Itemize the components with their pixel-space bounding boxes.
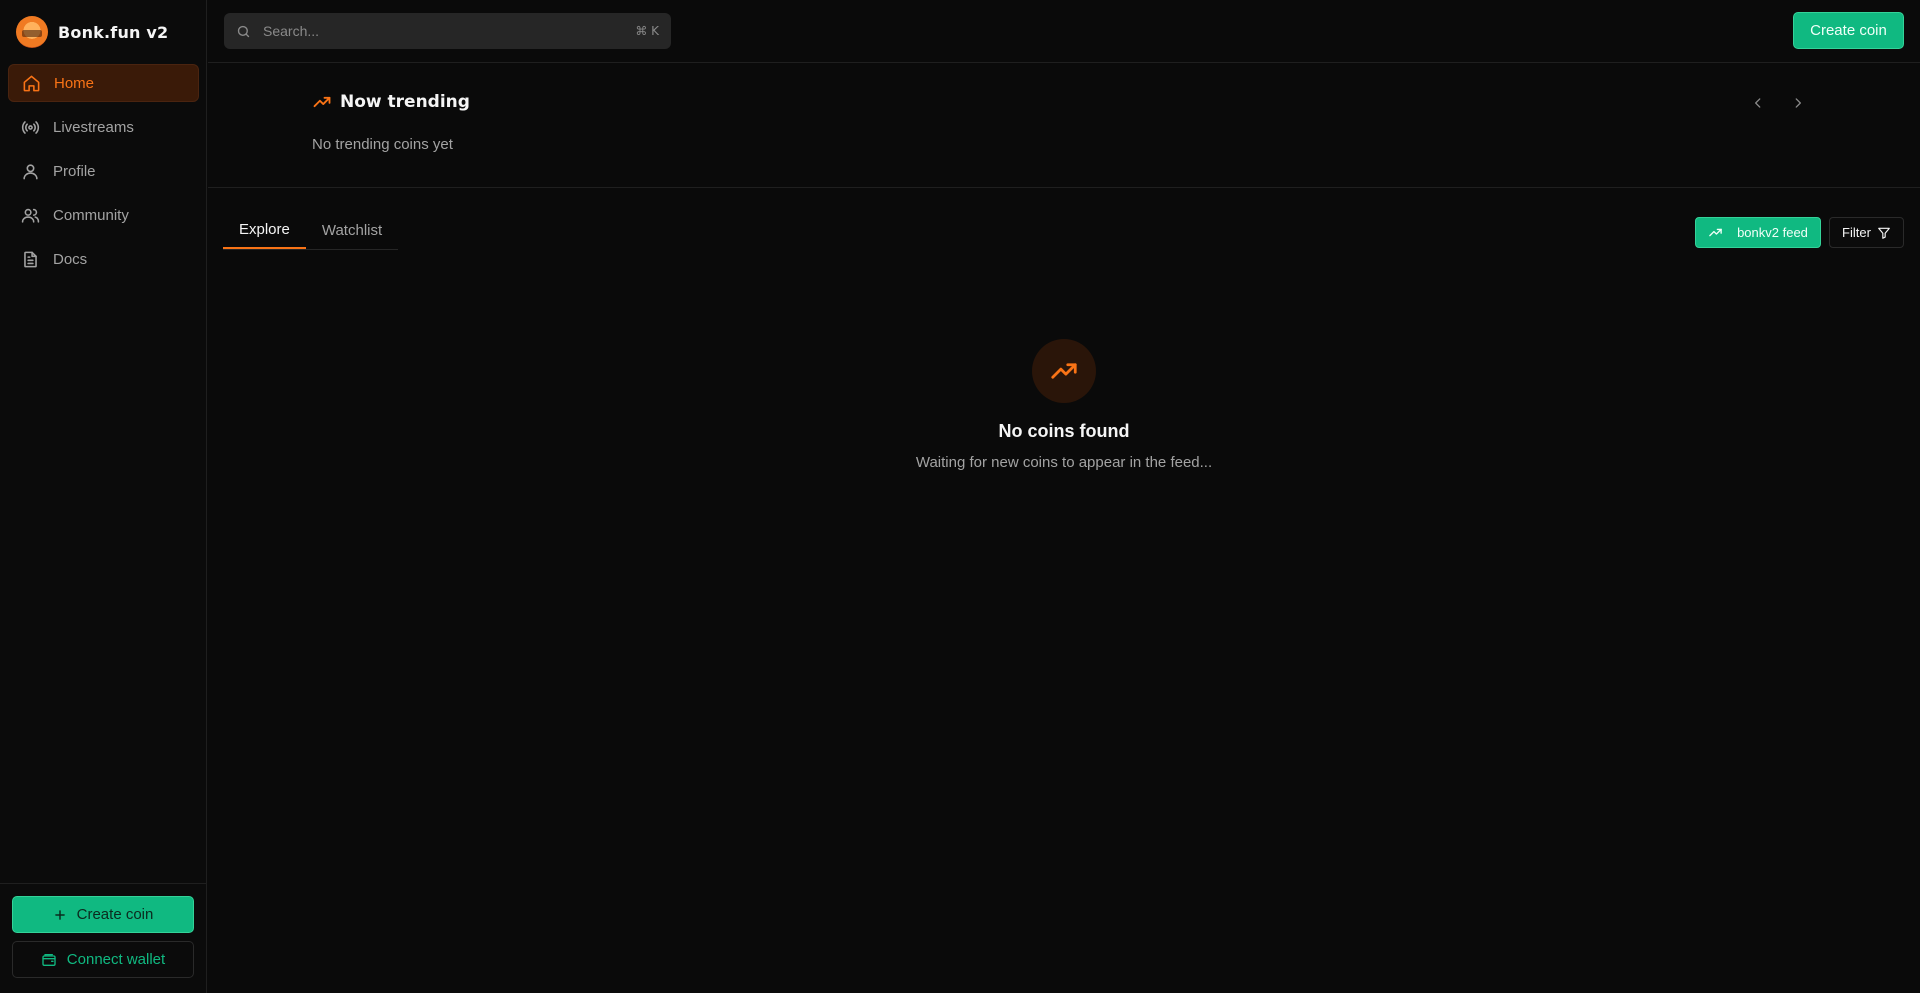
sidebar-item-label: Home — [54, 74, 95, 92]
filter-label: Filter — [1842, 225, 1871, 240]
brand-name: Bonk.fun v2 — [58, 22, 169, 42]
brand[interactable]: Bonk.fun v2 — [16, 16, 168, 48]
search-icon — [236, 24, 251, 39]
sidebar-item-label: Livestreams — [53, 118, 134, 136]
sidebar-footer: Create coin Connect wallet — [0, 883, 206, 993]
empty-state: No coins found Waiting for new coins to … — [208, 339, 1920, 471]
document-icon — [21, 250, 40, 269]
sidebar-nav: Home Livestreams Profile Community Docs — [8, 64, 199, 284]
create-coin-label: Create coin — [76, 906, 154, 923]
trending-up-icon — [1708, 225, 1723, 240]
trending-title: Now trending — [340, 92, 470, 112]
empty-state-icon — [1032, 339, 1096, 403]
trending-next-button[interactable] — [1786, 91, 1810, 115]
bonkv2-feed-button[interactable]: bonkv2 feed — [1695, 217, 1821, 248]
sidebar-item-community[interactable]: Community — [8, 196, 199, 234]
sidebar-item-label: Profile — [53, 162, 96, 180]
trending-section: Now trending No trending coins yet — [208, 63, 1920, 188]
connect-wallet-button[interactable]: Connect wallet — [12, 941, 194, 978]
funnel-icon — [1877, 226, 1891, 240]
sidebar-item-label: Docs — [53, 250, 88, 268]
trending-up-icon — [1049, 356, 1079, 386]
home-icon — [22, 74, 41, 93]
empty-state-title: No coins found — [998, 421, 1130, 441]
empty-state-subtitle: Waiting for new coins to appear in the f… — [915, 454, 1213, 471]
user-icon — [21, 162, 40, 181]
chevron-right-icon — [1791, 96, 1805, 110]
chevron-left-icon — [1751, 96, 1765, 110]
plus-icon — [53, 908, 67, 922]
tab-explore[interactable]: Explore — [223, 212, 306, 249]
sidebar-item-home[interactable]: Home — [8, 64, 199, 102]
sidebar-item-label: Community — [53, 206, 129, 224]
sidebar-item-profile[interactable]: Profile — [8, 152, 199, 190]
connect-wallet-label: Connect wallet — [66, 951, 166, 968]
users-icon — [21, 206, 40, 225]
top-bar: ⌘ K Create coin — [208, 0, 1920, 63]
search-shortcut: ⌘ K — [635, 24, 659, 38]
sidebar: Bonk.fun v2 Home Livestreams Profile Com… — [0, 0, 207, 993]
search-input[interactable] — [261, 22, 626, 40]
trending-empty-text: No trending coins yet — [312, 136, 453, 153]
search-box[interactable]: ⌘ K — [224, 13, 671, 49]
broadcast-icon — [21, 118, 40, 137]
sidebar-create-coin-button[interactable]: Create coin — [12, 896, 194, 933]
sidebar-item-livestreams[interactable]: Livestreams — [8, 108, 199, 146]
trending-prev-button[interactable] — [1746, 91, 1770, 115]
header-create-coin-button[interactable]: Create coin — [1793, 12, 1904, 49]
filter-button[interactable]: Filter — [1829, 217, 1904, 248]
wallet-icon — [41, 952, 57, 968]
sidebar-item-docs[interactable]: Docs — [8, 240, 199, 278]
brand-logo — [16, 16, 48, 48]
trending-up-icon — [312, 92, 332, 112]
tab-watchlist[interactable]: Watchlist — [306, 212, 398, 249]
feed-label: bonkv2 feed — [1737, 225, 1808, 240]
trending-header: Now trending — [312, 92, 470, 112]
feed-tabs: Explore Watchlist — [223, 212, 399, 250]
